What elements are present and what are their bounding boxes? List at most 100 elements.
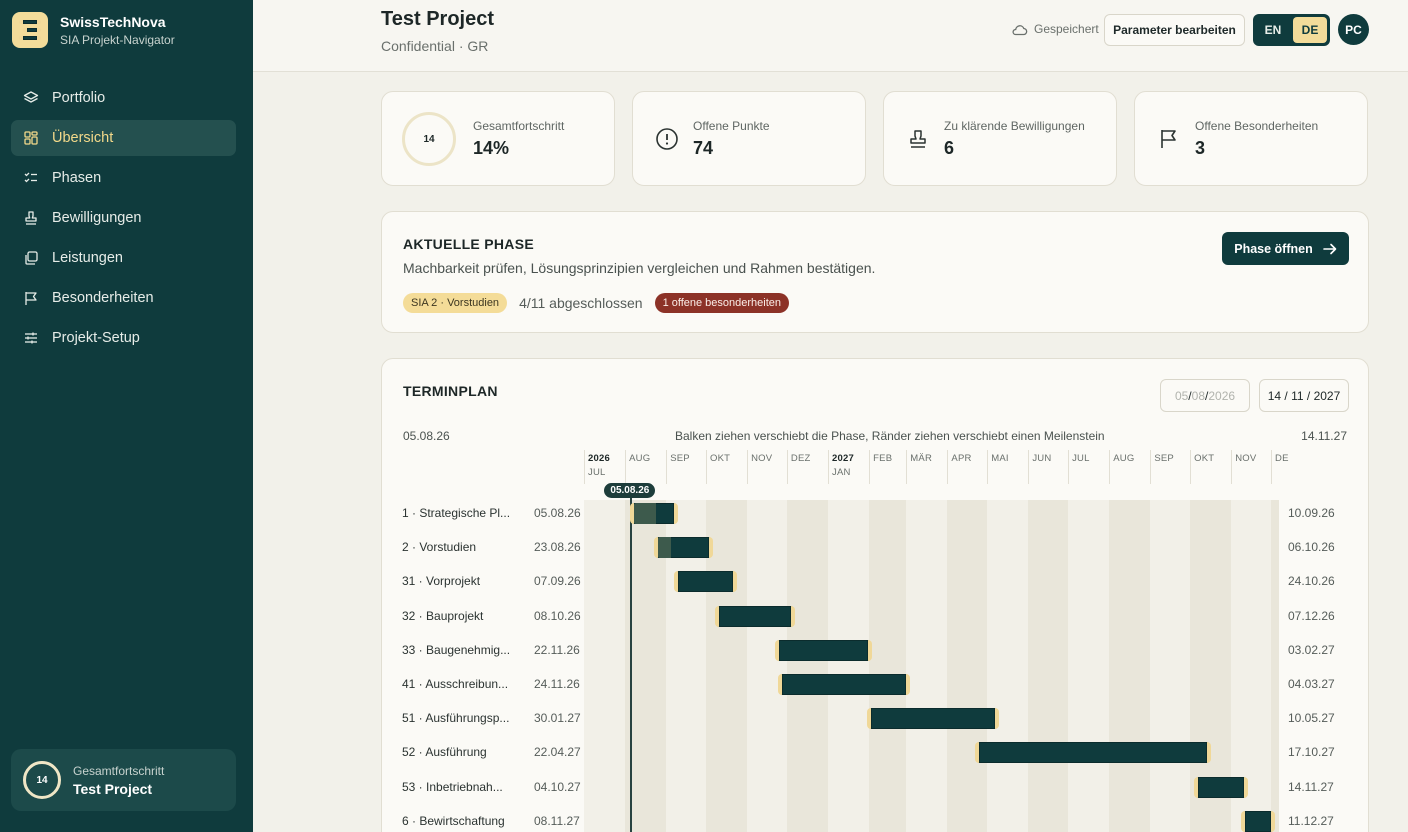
progress-ring: 14 [23,761,61,799]
month-label-text: FEB [873,453,893,464]
month-label-text: AUG [1113,453,1135,464]
gantt-month-column [1109,500,1151,832]
flag-icon [25,292,37,305]
sidebar-progress-card[interactable]: 14 Gesamtfortschritt Test Project [11,749,236,811]
month-label-text: JUN [1032,453,1052,464]
date-to-input[interactable]: 14 / 11 / 2027 [1259,379,1349,412]
sidebar-item-label: Bewilligungen [52,210,142,226]
month-tick [906,450,908,484]
date-to-month: 11 [1291,388,1304,403]
month-label-text: SEP [670,453,690,464]
month-label: OKT [710,453,730,464]
sidebar-item-leistungen[interactable]: Leistungen [11,240,236,276]
brand-logo [12,12,48,48]
phase-bar[interactable] [630,503,679,524]
sidebar-item-übersicht[interactable]: Übersicht [11,120,236,156]
phase-bar[interactable] [777,674,911,695]
month-tick [584,450,585,484]
sidebar-nav: Portfolio Übersicht Phasen Bewilligungen Lei… [11,80,236,360]
month-tick [987,450,989,484]
lang-de-button[interactable]: DE [1293,17,1327,43]
sidebar-item-portfolio[interactable]: Portfolio [11,80,236,116]
stat-value: 3 [1195,138,1206,158]
page-subtitle: Confidential · GR [381,38,489,54]
stat-label: Zu klärende Bewilligungen [944,119,1085,133]
phase-bar[interactable] [866,708,1000,730]
phase-bar[interactable] [674,571,737,593]
phase-start-date: 22.11.26 [534,642,580,657]
sidebar: SwissTechNova SIA Projekt-Navigator Port… [0,0,253,832]
lang-en-button[interactable]: EN [1256,17,1290,43]
gantt-month-column [1271,500,1279,832]
phase-start-date: 05.08.26 [534,506,581,520]
month-label-text: 2027 [832,453,854,464]
edit-parameters-button[interactable]: Parameter bearbeiten [1104,14,1245,46]
today-line [630,498,633,832]
month-label: SEP [670,453,690,464]
open-phase-button[interactable]: Phase öffnen [1222,232,1349,265]
sidebar-item-label: Besonderheiten [52,290,154,306]
phase-bar[interactable] [654,537,713,559]
month-label-text: AUG [629,453,651,464]
phase-bar[interactable] [774,639,872,661]
project-name: Test Project [73,780,153,797]
phase-badge: SIA 2 · Vorstudien [403,293,508,313]
phase-bar[interactable] [1240,810,1275,832]
stat-value: 14% [473,138,510,158]
phase-end-date: 04.03.27 [1288,677,1335,691]
sidebar-item-besonderheiten[interactable]: Besonderheiten [11,280,236,316]
phase-progress-text: 4/11 abgeschlossen [519,295,643,311]
phase-end-date: 17.10.27 [1288,745,1335,760]
phase-start-date: 24.11.26 [534,677,580,691]
month-label: OKT [1194,453,1214,464]
progress-ring: 14 [402,112,456,166]
brand-name: SwissTechNova [60,13,166,30]
month-label-text: DE [1275,453,1289,464]
layers-icon [23,91,39,103]
date-from-year: 2026 [1208,388,1236,403]
phase-row-label: 52 · Ausführung [402,745,487,760]
gantt-month-column [906,500,948,832]
phase-bar[interactable] [1194,776,1249,798]
phase-end-date: 24.10.26 [1288,574,1335,589]
month-tick [828,450,830,484]
phase-row-label: 31 · Vorprojekt [402,574,481,589]
gantt-month-column [786,500,829,832]
date-from-input[interactable]: 05/08/2026 [1160,379,1250,412]
progress-label: Gesamtfortschritt [73,763,165,778]
stat-card-special-issues: Offene Besonderheiten 3 [1134,91,1368,186]
user-avatar[interactable]: PC [1338,14,1369,45]
save-status: Gespeichert [1011,22,1099,36]
sidebar-item-phasen[interactable]: Phasen [11,160,236,196]
phase-end-date: 14.11.27 [1288,779,1334,794]
gantt-month-column [869,500,907,832]
month-tick [706,450,708,484]
flag-icon [1155,125,1183,153]
phase-start-date: 22.04.27 [534,745,581,760]
sidebar-item-label: Übersicht [52,130,114,146]
phase-end-date: 11.12.27 [1288,813,1334,828]
month-tick [869,450,871,484]
sidebar-item-label: Projekt-Setup [52,330,140,346]
phase-progress-fill [634,503,657,524]
month-sublabel: JUL [588,467,606,478]
gantt-month-column [747,500,787,832]
phase-start-date: 23.08.26 [534,540,581,555]
open-phase-label: Phase öffnen [1234,241,1313,256]
phase-bar[interactable] [975,742,1212,764]
copy-icon [25,251,38,265]
month-label: SEP [1154,453,1174,464]
month-label: DE [1275,453,1289,464]
range-end-date: 14.11.27 [1301,429,1347,443]
phase-start-date: 30.01.27 [534,711,581,726]
stat-label: Offene Besonderheiten [1195,119,1319,133]
issues-badge: 1 offene besonderheiten [654,293,790,313]
phase-bar[interactable] [715,605,795,627]
month-label: 2026 JUL [588,453,610,478]
sidebar-item-projekt-setup[interactable]: Projekt-Setup [11,320,236,356]
month-label-text: OKT [1194,453,1215,464]
cloud-icon [1012,24,1028,35]
month-label-text: MAI [991,453,1009,464]
sidebar-item-bewilligungen[interactable]: Bewilligungen [11,200,236,236]
date-to-day: 14 [1267,388,1282,403]
